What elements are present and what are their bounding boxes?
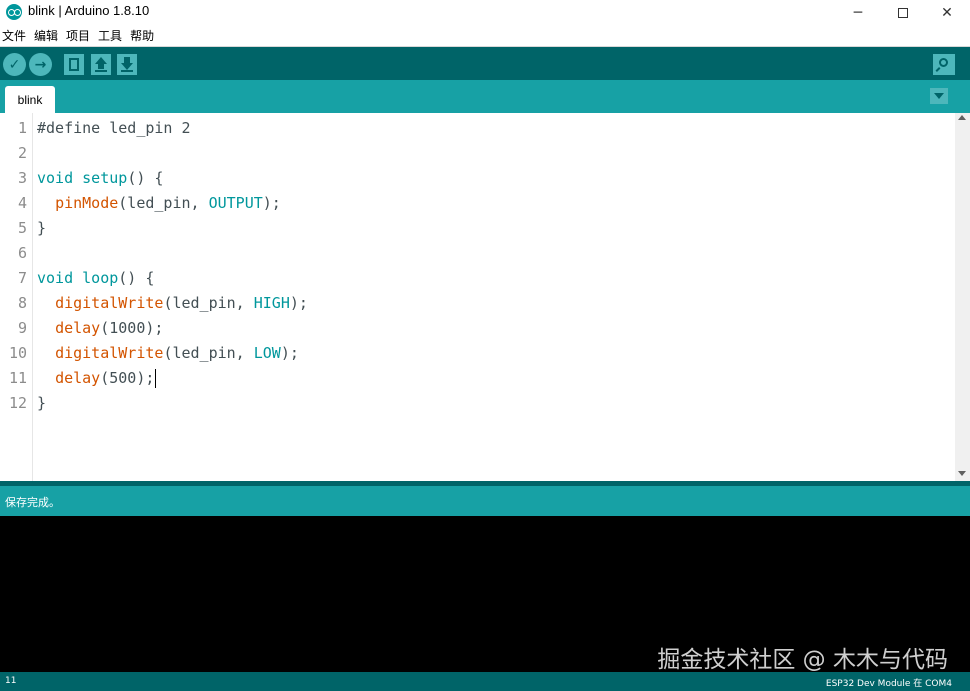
maximize-icon (898, 7, 908, 18)
line-number: 5 (17, 219, 27, 237)
current-line-number: 11 (5, 676, 17, 686)
code-token: ); (262, 194, 281, 212)
code-token: loop (82, 269, 119, 287)
title-bar: blink | Arduino 1.8.10 ─ ✕ (0, 0, 970, 25)
code-line[interactable]: void setup() { (37, 166, 163, 191)
arduino-logo-icon (6, 4, 22, 20)
menu-bar: 文件 编辑 项目 工具 帮助 (0, 25, 970, 46)
line-number: 6 (17, 244, 27, 262)
tab-menu-button[interactable] (930, 88, 948, 104)
status-bar: 保存完成。 (0, 486, 970, 516)
code-token: OUTPUT (208, 194, 263, 212)
maximize-button[interactable] (880, 0, 926, 25)
code-token: HIGH (253, 294, 290, 312)
line-number: 4 (17, 194, 27, 212)
code-token: pinMode (55, 194, 119, 212)
line-number: 10 (8, 344, 27, 362)
code-line[interactable]: void loop() { (37, 266, 154, 291)
close-icon: ✕ (941, 4, 953, 21)
close-button[interactable]: ✕ (924, 0, 970, 25)
open-sketch-button[interactable] (91, 54, 111, 75)
line-number: 9 (17, 319, 27, 337)
vertical-scrollbar[interactable] (955, 113, 970, 481)
code-editor[interactable]: 1 2 3 4 5 6 7 8 9 10 11 12 #define led_pin 2 void se… (0, 113, 970, 481)
code-token: delay (55, 319, 101, 337)
menu-help[interactable]: 帮助 (130, 27, 154, 44)
new-sketch-button[interactable] (64, 54, 84, 75)
scroll-up-icon[interactable] (958, 115, 966, 120)
code-line[interactable]: } (37, 391, 46, 416)
line-number-gutter: 1 2 3 4 5 6 7 8 9 10 11 12 (0, 113, 33, 481)
code-line[interactable]: delay(1000); (37, 316, 163, 341)
text-caret (155, 369, 157, 388)
menu-sketch[interactable]: 项目 (66, 27, 90, 44)
code-token: digitalWrite (55, 344, 164, 362)
board-port-info: ESP32 Dev Module 在 COM4 (825, 679, 952, 689)
code-token: (1000); (100, 319, 164, 337)
line-number: 7 (17, 269, 27, 287)
window-title: blink | Arduino 1.8.10 (28, 3, 150, 18)
code-token: (led_pin, (118, 194, 209, 212)
code-token: (500); (100, 369, 155, 387)
minimize-icon: ─ (853, 4, 863, 21)
arrow-right-icon: → (34, 56, 47, 73)
verify-button[interactable]: ✓ (3, 53, 26, 76)
status-message: 保存完成。 (5, 496, 60, 509)
tab-blink[interactable]: blink (5, 86, 55, 113)
console-output[interactable]: 掘金技术社区 @ 木木与代码 (0, 516, 970, 673)
line-number: 11 (8, 369, 27, 387)
code-token: LOW (253, 344, 281, 362)
code-token: () { (127, 169, 164, 187)
toolbar: ✓ → (0, 47, 970, 80)
code-token: void (37, 169, 74, 187)
code-line[interactable]: } (37, 216, 46, 241)
minimize-button[interactable]: ─ (835, 0, 881, 25)
code-line[interactable]: pinMode(led_pin, OUTPUT); (37, 191, 281, 216)
code-line[interactable]: delay(500); (37, 366, 157, 391)
code-token: setup (82, 169, 128, 187)
save-sketch-button[interactable] (117, 54, 137, 75)
upload-button[interactable]: → (29, 53, 52, 76)
code-token: ); (289, 294, 308, 312)
code-line[interactable]: #define led_pin 2 (37, 116, 191, 141)
code-token: (led_pin, (163, 294, 254, 312)
bottom-status-bar: 11 ESP32 Dev Module 在 COM4 (0, 672, 970, 691)
menu-tools[interactable]: 工具 (98, 27, 122, 44)
code-token: () { (118, 269, 155, 287)
code-token: } (37, 219, 47, 237)
line-number: 8 (17, 294, 27, 312)
line-number: 3 (17, 169, 27, 187)
tab-bar: blink (0, 80, 970, 113)
code-token: delay (55, 369, 101, 387)
scroll-down-icon[interactable] (958, 471, 966, 476)
line-number: 12 (8, 394, 27, 412)
serial-monitor-button[interactable] (933, 54, 955, 75)
code-line[interactable]: digitalWrite(led_pin, LOW); (37, 341, 299, 366)
checkmark-icon: ✓ (8, 56, 21, 73)
watermark: 掘金技术社区 @ 木木与代码 (657, 647, 948, 673)
line-number: 2 (17, 144, 27, 162)
menu-edit[interactable]: 编辑 (34, 27, 58, 44)
new-file-icon (69, 58, 79, 71)
line-number: 1 (17, 119, 27, 137)
code-token: digitalWrite (55, 294, 164, 312)
code-line[interactable]: digitalWrite(led_pin, HIGH); (37, 291, 308, 316)
menu-file[interactable]: 文件 (2, 27, 26, 44)
triangle-down-icon (934, 93, 944, 99)
code-token: void (37, 269, 74, 287)
code-token: } (37, 394, 47, 412)
code-token: (led_pin, (163, 344, 254, 362)
code-token: ); (280, 344, 299, 362)
code-token: #define led_pin 2 (37, 119, 191, 137)
